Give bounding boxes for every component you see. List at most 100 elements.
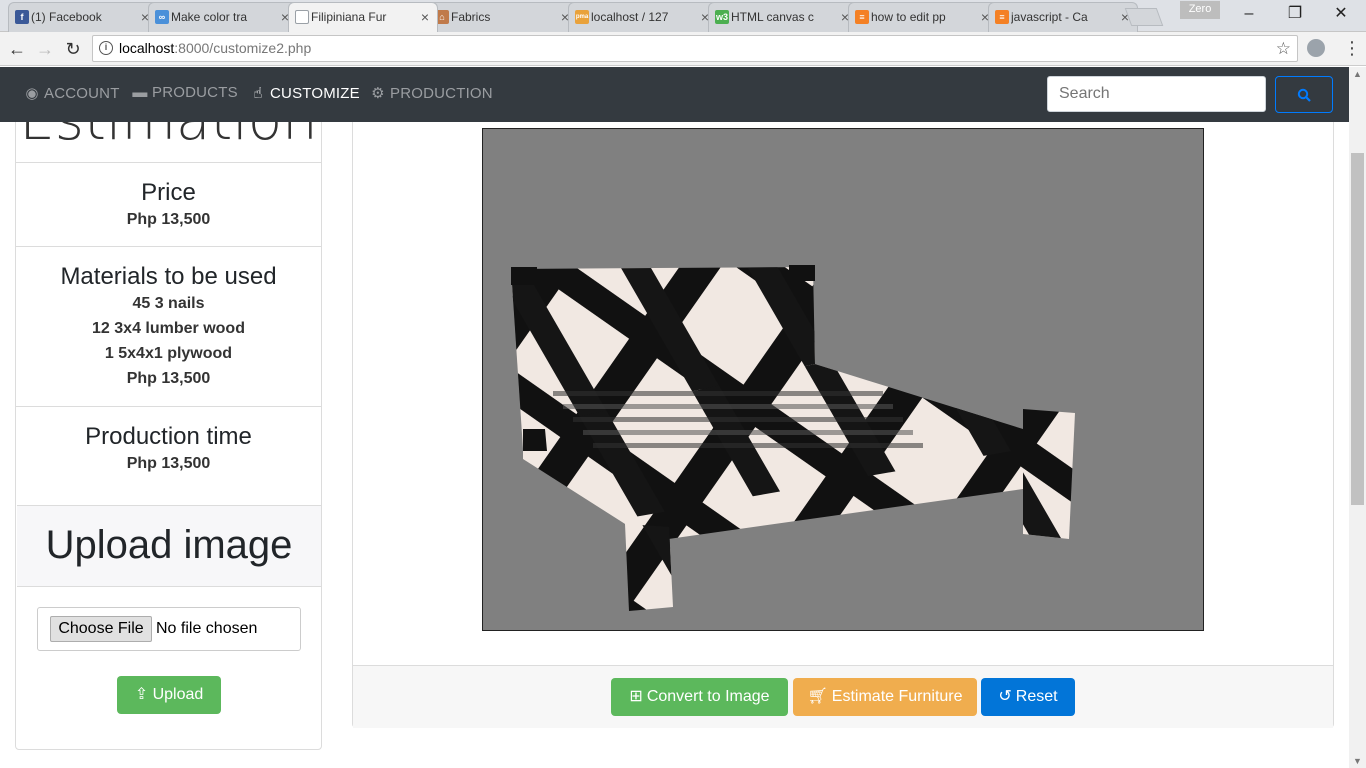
material-item: 45 3 nails bbox=[132, 295, 205, 312]
bed-post bbox=[789, 265, 815, 281]
page-icon bbox=[295, 10, 309, 24]
window-close-icon[interactable]: ✕ bbox=[1318, 0, 1364, 30]
tab-how-to-edit[interactable]: ≡ how to edit pp × bbox=[848, 2, 998, 32]
url-host: localhost bbox=[119, 40, 175, 56]
reset-label: Reset bbox=[1015, 688, 1058, 705]
nav-account-label: ACCOUNT bbox=[44, 85, 120, 102]
page-viewport: Estimation Price Php 13,500 Materials to… bbox=[0, 67, 1366, 768]
nav-products[interactable]: ▬ PRODUCTS bbox=[132, 84, 238, 101]
page-scrollbar[interactable]: ▲ ▼ bbox=[1349, 67, 1366, 768]
nav-account[interactable]: ◉ ACCOUNT bbox=[24, 84, 120, 102]
search-icon bbox=[1297, 88, 1311, 102]
scroll-thumb[interactable] bbox=[1351, 153, 1364, 505]
phpmyadmin-icon: pma bbox=[575, 10, 589, 24]
no-file-label: No file chosen bbox=[156, 620, 258, 637]
materials-heading: Materials to be used bbox=[60, 263, 277, 290]
tab-label: HTML canvas c bbox=[731, 10, 814, 24]
production-time-section: Production time Php 13,500 bbox=[16, 406, 321, 505]
material-item: Php 13,500 bbox=[126, 370, 211, 387]
cart-icon: 🛒︎ bbox=[807, 688, 828, 705]
tab-label: (1) Facebook bbox=[31, 10, 102, 24]
history-icon: ↺ bbox=[998, 688, 1012, 705]
star-icon[interactable]: ☆ bbox=[1276, 36, 1291, 61]
search-input[interactable] bbox=[1047, 76, 1266, 112]
production-time-value: Php 13,500 bbox=[126, 455, 211, 472]
new-tab-button[interactable] bbox=[1124, 8, 1164, 26]
w3schools-icon: w3 bbox=[715, 10, 729, 24]
choose-file-button[interactable]: Choose File bbox=[50, 616, 152, 642]
restore-icon[interactable]: ❐ bbox=[1272, 0, 1318, 30]
upload-icon: ⇪ bbox=[134, 686, 149, 703]
extension-icon[interactable] bbox=[1307, 39, 1325, 57]
nav-production[interactable]: ⚙ PRODUCTION bbox=[370, 84, 493, 102]
nav-customize[interactable]: ☝ CUSTOMIZE bbox=[250, 84, 360, 102]
menu-icon[interactable]: ⋮ bbox=[1343, 38, 1361, 59]
info-icon[interactable]: i bbox=[99, 41, 113, 55]
upload-button[interactable]: ⇪ Upload bbox=[117, 676, 221, 714]
bed-leg-overlay bbox=[625, 524, 673, 611]
reload-icon[interactable]: ↻ bbox=[62, 38, 84, 60]
bed-foot-post-overlay bbox=[1023, 409, 1075, 539]
tab-label: Filipiniana Fur bbox=[311, 10, 387, 24]
tab-facebook[interactable]: f (1) Facebook × bbox=[8, 2, 158, 32]
action-bar: ⊞ Convert to Image 🛒︎ Estimate Furniture ↺… bbox=[353, 665, 1333, 728]
furniture-canvas[interactable] bbox=[482, 128, 1204, 631]
address-bar[interactable]: i localhost:8000/customize2.php ☆ bbox=[92, 35, 1298, 62]
material-item: 12 3x4 lumber wood bbox=[92, 320, 245, 337]
price-section: Price Php 13,500 bbox=[16, 162, 321, 246]
customize-card: ⊞ Convert to Image 🛒︎ Estimate Furniture ↺… bbox=[352, 67, 1334, 728]
tab-html-canvas[interactable]: w3 HTML canvas c × bbox=[708, 2, 858, 32]
nav-customize-label: CUSTOMIZE bbox=[270, 85, 360, 102]
reset-button[interactable]: ↺ Reset bbox=[981, 678, 1075, 716]
bed-leg bbox=[523, 429, 547, 451]
profile-badge[interactable]: Zero bbox=[1180, 1, 1220, 19]
tab-label: javascript - Ca bbox=[1011, 10, 1088, 24]
tab-localhost[interactable]: pma localhost / 127 × bbox=[568, 2, 718, 32]
gear-icon: ⚙ bbox=[371, 85, 385, 102]
user-circle-icon: ◉ bbox=[25, 85, 39, 102]
estimation-card: Estimation Price Php 13,500 Materials to… bbox=[15, 67, 322, 750]
scroll-up-icon[interactable]: ▲ bbox=[1353, 69, 1362, 79]
price-heading: Price bbox=[141, 179, 196, 206]
upload-card: Upload image Choose File No file chosen … bbox=[17, 505, 321, 749]
tab-fabrics[interactable]: ⌂ Fabrics × bbox=[428, 2, 578, 32]
bed-icon: ▬ bbox=[132, 84, 148, 101]
back-icon[interactable]: ← bbox=[6, 38, 28, 60]
estimate-furniture-button[interactable]: 🛒︎ Estimate Furniture bbox=[793, 678, 977, 716]
browser-toolbar: ← → ↻ i localhost:8000/customize2.php ☆ … bbox=[0, 32, 1366, 66]
close-icon[interactable]: × bbox=[421, 3, 429, 31]
forward-icon[interactable]: → bbox=[34, 38, 56, 60]
tab-label: localhost / 127 bbox=[591, 10, 669, 24]
estimate-label: Estimate Furniture bbox=[831, 688, 963, 705]
link-icon: ∞ bbox=[155, 10, 169, 24]
scroll-down-icon[interactable]: ▼ bbox=[1353, 756, 1362, 766]
minimize-icon[interactable]: – bbox=[1226, 0, 1272, 30]
convert-label: Convert to Image bbox=[646, 688, 770, 705]
nav-production-label: PRODUCTION bbox=[390, 85, 493, 102]
url-path: :8000/customize2.php bbox=[174, 40, 312, 56]
bed-post bbox=[511, 267, 537, 285]
browser-tab-strip: f (1) Facebook × ∞ Make color tra × Fili… bbox=[0, 0, 1366, 32]
tab-label: how to edit pp bbox=[871, 10, 946, 24]
stackoverflow-icon: ≡ bbox=[995, 10, 1009, 24]
facebook-icon: f bbox=[15, 10, 29, 24]
tab-javascript[interactable]: ≡ javascript - Ca × bbox=[988, 2, 1138, 32]
materials-section: Materials to be used 45 3 nails 12 3x4 l… bbox=[16, 246, 321, 406]
hand-pointer-icon: ☝ bbox=[253, 85, 263, 102]
price-value: Php 13,500 bbox=[126, 211, 211, 228]
material-item: 1 5x4x1 plywood bbox=[104, 345, 233, 362]
nav-products-label: PRODUCTS bbox=[152, 84, 238, 101]
convert-to-image-button[interactable]: ⊞ Convert to Image bbox=[611, 678, 788, 716]
search-button[interactable] bbox=[1275, 76, 1333, 113]
bed-render bbox=[511, 265, 1075, 611]
production-time-heading: Production time bbox=[85, 423, 252, 450]
main-navbar: ◉ ACCOUNT ▬ PRODUCTS ☝ CUSTOMIZE ⚙ PRODUCTIO… bbox=[0, 67, 1349, 122]
stackoverflow-icon: ≡ bbox=[855, 10, 869, 24]
file-input[interactable]: Choose File No file chosen bbox=[37, 607, 301, 651]
tab-label: Fabrics bbox=[451, 10, 491, 24]
upload-heading: Upload image bbox=[17, 506, 321, 587]
tab-filipiniana[interactable]: Filipiniana Fur × bbox=[288, 2, 438, 32]
tab-make-color[interactable]: ∞ Make color tra × bbox=[148, 2, 298, 32]
sitemap-icon: ⊞ bbox=[629, 688, 643, 705]
tab-label: Make color tra bbox=[171, 10, 248, 24]
